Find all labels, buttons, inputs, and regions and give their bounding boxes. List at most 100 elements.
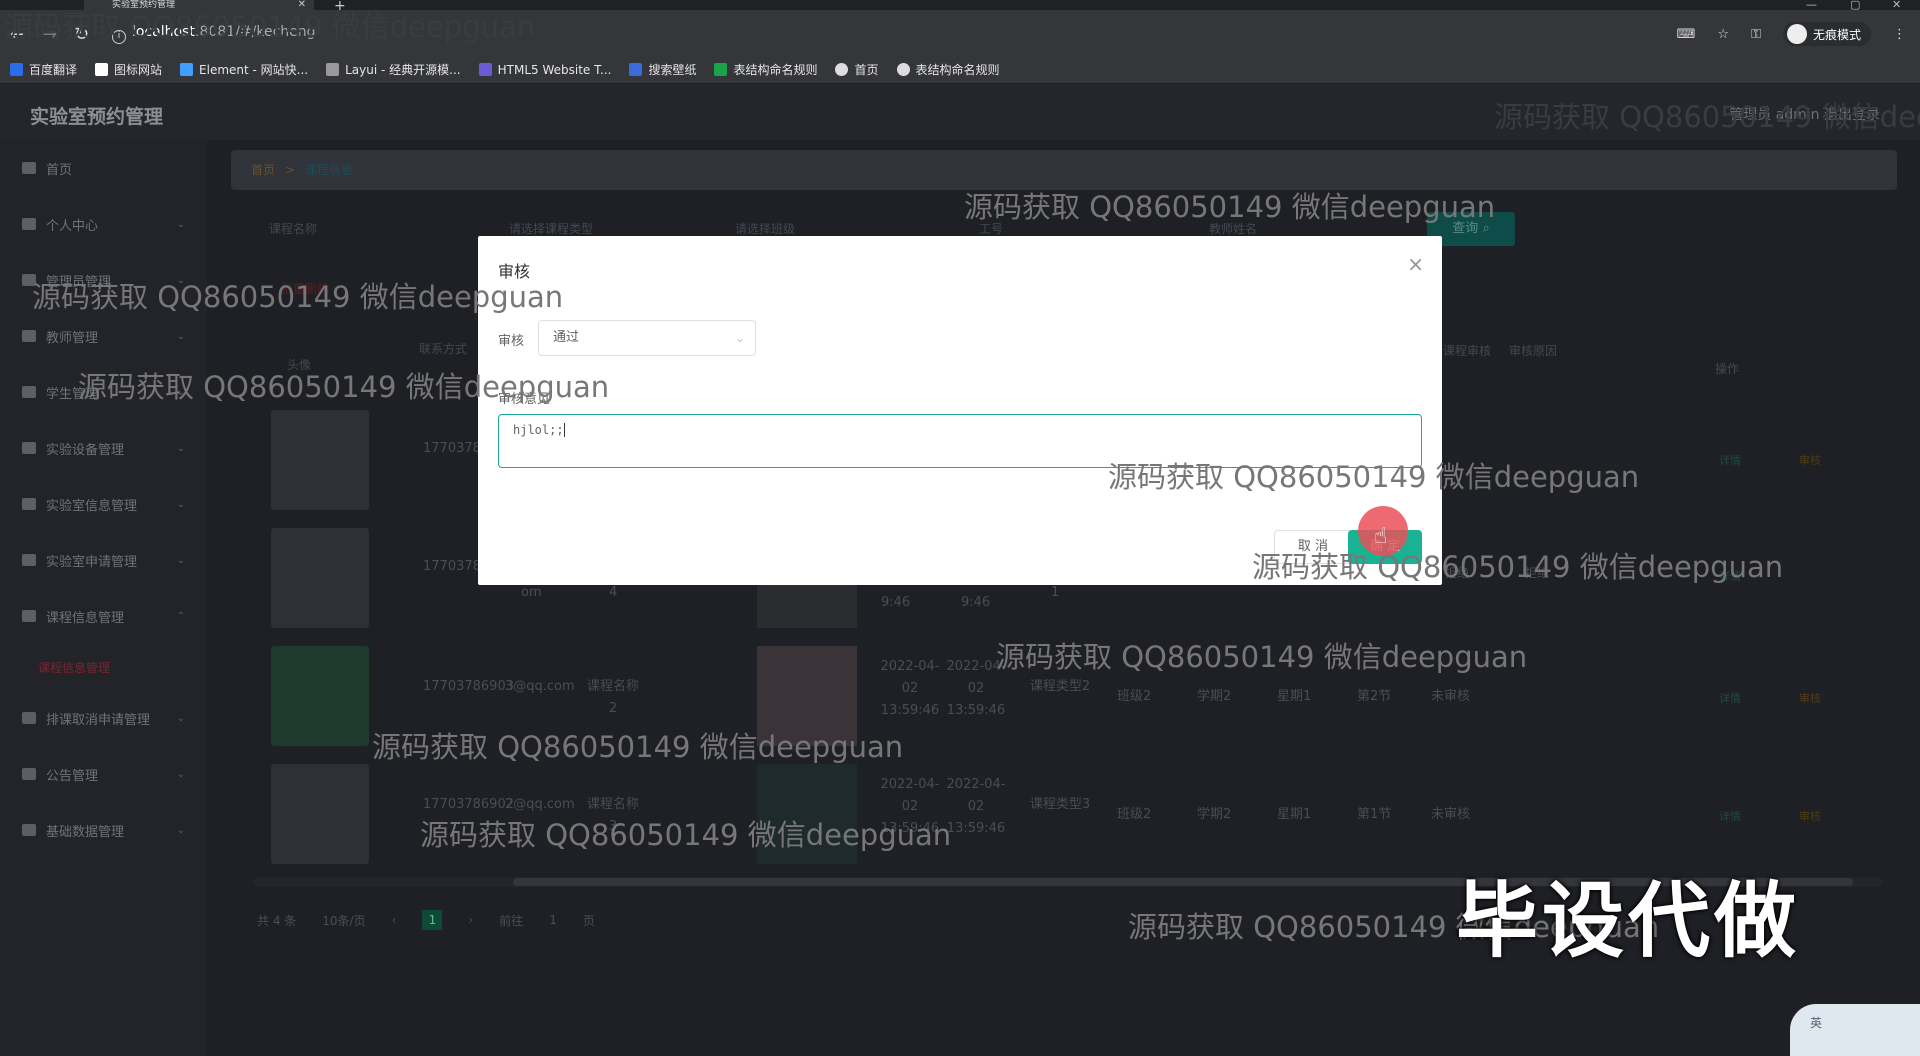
- list-icon: [22, 330, 36, 342]
- key-icon[interactable]: ⚿: [1751, 27, 1761, 42]
- watermark-text: 源码获取 QQ86050149 微信deepguan: [1108, 460, 1640, 494]
- bookmark-item[interactable]: HTML5 Website T...: [478, 63, 611, 77]
- avatar: [271, 764, 369, 864]
- class-select[interactable]: 请选择班级: [735, 220, 795, 237]
- col-review-reason: 审核原因: [1509, 344, 1558, 358]
- chevron-down-icon: ⌄: [176, 554, 185, 566]
- browser-actions: ⌨ ☆ ⚿ 无痕模式 ⋮: [1677, 22, 1906, 46]
- course-name-cell: 4: [609, 585, 618, 600]
- bookmark-favicon-icon: [629, 63, 643, 76]
- sidebar-item-teachers[interactable]: 教师管理 ⌄: [0, 308, 207, 364]
- breadcrumb-separator: >: [284, 163, 295, 177]
- page-size-select[interactable]: 10条/页: [322, 912, 365, 929]
- sidebar-item-base-data[interactable]: 基础数据管理 ⌄: [0, 802, 207, 858]
- sidebar-item-equipment[interactable]: 实验设备管理 ⌄: [0, 420, 207, 476]
- sidebar-item-lab-apply[interactable]: 实验室申请管理 ⌄: [0, 532, 207, 588]
- sidebar-item-lab-info[interactable]: 实验室信息管理 ⌄: [0, 476, 207, 532]
- course-type-select[interactable]: 请选择课程类型: [509, 220, 593, 237]
- course-type-cell: 课程类型3: [1029, 797, 1091, 812]
- chevron-down-icon: ⌄: [176, 498, 185, 510]
- course-type-cell: 1: [1051, 585, 1060, 600]
- review-label: 审核: [498, 334, 525, 349]
- bookmark-item[interactable]: Element - 网站快...: [180, 61, 308, 78]
- sidebar-item-label: 实验室信息管理: [46, 498, 138, 514]
- sidebar-item-profile[interactable]: 个人中心 ⌄: [0, 196, 207, 252]
- sidebar-item-label: 课程信息管理: [46, 610, 125, 626]
- next-page-icon[interactable]: ›: [468, 913, 473, 927]
- home-icon: [22, 162, 36, 174]
- sidebar-item-label: 公告管理: [46, 768, 99, 784]
- review-dialog: 审核 × 审核 通过 ⌄ 审核意见 hjlol;; 取 消 确 定: [478, 236, 1442, 585]
- bookmark-item[interactable]: 百度翻译: [10, 61, 77, 78]
- status-cell: 未审核: [1431, 807, 1471, 822]
- term-cell: 学期2: [1197, 807, 1232, 822]
- watermark-text: 源码获取 QQ86050149 微信deepguan: [996, 640, 1528, 674]
- bookmark-item[interactable]: Layui - 经典开源模...: [326, 61, 461, 78]
- avatar: [271, 410, 369, 510]
- course-type-cell: 课程类型2: [1029, 679, 1091, 694]
- watermark-text: 源码获取 QQ86050149 微信deepguan: [964, 190, 1496, 224]
- detail-button[interactable]: 详情: [1719, 690, 1741, 706]
- chart-icon: [22, 610, 36, 622]
- power-icon: [22, 768, 36, 780]
- bookmark-item[interactable]: 表结构命名规则: [896, 61, 1000, 78]
- detail-button[interactable]: 详情: [1719, 808, 1741, 824]
- watermark-text: 源码获取 QQ86050149 微信deepguan: [1252, 550, 1784, 584]
- watermark-text: 源码获取 QQ86050149 微信deepguan: [32, 280, 564, 314]
- sidebar-item-label: 基础数据管理: [46, 824, 125, 840]
- watermark-text: 源码获取 QQ86050149 微信deepguan: [4, 10, 536, 44]
- sidebar-item-cancel-apply[interactable]: 排课取消申请管理 ⌄: [0, 690, 207, 746]
- opinion-text: hjlol;;: [513, 423, 564, 437]
- watermark-text: 源码获取 QQ86050149 微信deepguan: [420, 818, 952, 852]
- sidebar-item-label: 排课取消申请管理: [46, 712, 151, 728]
- bookmark-favicon-icon: [714, 63, 728, 76]
- sidebar-item-label: 实验设备管理: [46, 442, 125, 458]
- col-course-review: 课程审核: [1443, 344, 1492, 358]
- bookmark-label: Element - 网站快...: [199, 63, 309, 77]
- translate-icon[interactable]: ⌨: [1677, 27, 1696, 42]
- gear-icon: [22, 386, 36, 398]
- bookmark-favicon-icon: [326, 63, 340, 76]
- bookmark-star-icon[interactable]: ☆: [1717, 27, 1729, 42]
- page-number-current[interactable]: 1: [422, 910, 443, 930]
- breadcrumb-home[interactable]: 首页: [251, 163, 275, 177]
- prev-page-icon[interactable]: ‹: [392, 913, 397, 927]
- goto-input[interactable]: 1: [549, 913, 557, 927]
- watermark-text: 源码获取 QQ86050149 微信deepguan: [1494, 100, 1920, 134]
- sidebar-item-home[interactable]: 首页: [0, 140, 207, 196]
- chevron-down-icon: ⌄: [734, 331, 745, 345]
- course-name-input[interactable]: 课程名称: [269, 220, 317, 237]
- col-contact: 联系方式: [419, 342, 468, 356]
- incognito-label: 无痕模式: [1812, 27, 1861, 42]
- incognito-badge[interactable]: 无痕模式: [1782, 22, 1871, 46]
- ime-indicator[interactable]: 英: [1790, 1004, 1920, 1056]
- sidebar-item-label: 首页: [46, 162, 73, 178]
- review-button[interactable]: 审核: [1799, 452, 1821, 468]
- bookmark-item[interactable]: 表结构命名规则: [714, 61, 817, 78]
- sidebar-subitem-course-info[interactable]: 课程信息管理: [0, 644, 207, 690]
- detail-button[interactable]: 详情: [1719, 452, 1741, 468]
- email-cell: 3@qq.com: [505, 679, 575, 694]
- phone-cell: 17703786901: [423, 559, 514, 574]
- bookmark-item[interactable]: 图标网站: [95, 61, 162, 78]
- weekday-cell: 星期1: [1277, 689, 1312, 704]
- section-cell: 第2节: [1357, 689, 1392, 704]
- term-cell: 学期2: [1197, 689, 1232, 704]
- course-name-cell: 课程名称2: [586, 679, 639, 716]
- bookmark-label: 百度翻译: [29, 63, 78, 77]
- sidebar-item-course[interactable]: 课程信息管理 ⌃: [0, 588, 207, 644]
- bookmark-item[interactable]: 搜索壁纸: [629, 61, 696, 78]
- ime-label: 英: [1810, 1016, 1823, 1030]
- sidebar-item-notice[interactable]: 公告管理 ⌄: [0, 746, 207, 802]
- review-button[interactable]: 审核: [1799, 808, 1821, 824]
- close-icon[interactable]: ×: [1407, 252, 1424, 276]
- review-button[interactable]: 审核: [1799, 690, 1821, 706]
- phone-cell: 17703786903: [423, 679, 514, 694]
- menu-kebab-icon[interactable]: ⋮: [1893, 27, 1906, 42]
- app-title: 实验室预约管理: [30, 106, 164, 128]
- review-select[interactable]: 通过 ⌄: [538, 320, 756, 356]
- bookmark-item[interactable]: 首页: [835, 61, 879, 78]
- chevron-down-icon: ⌄: [176, 218, 185, 230]
- avatar: [271, 646, 369, 746]
- watermark-text: 源码获取 QQ86050149 微信deepguan: [372, 730, 904, 764]
